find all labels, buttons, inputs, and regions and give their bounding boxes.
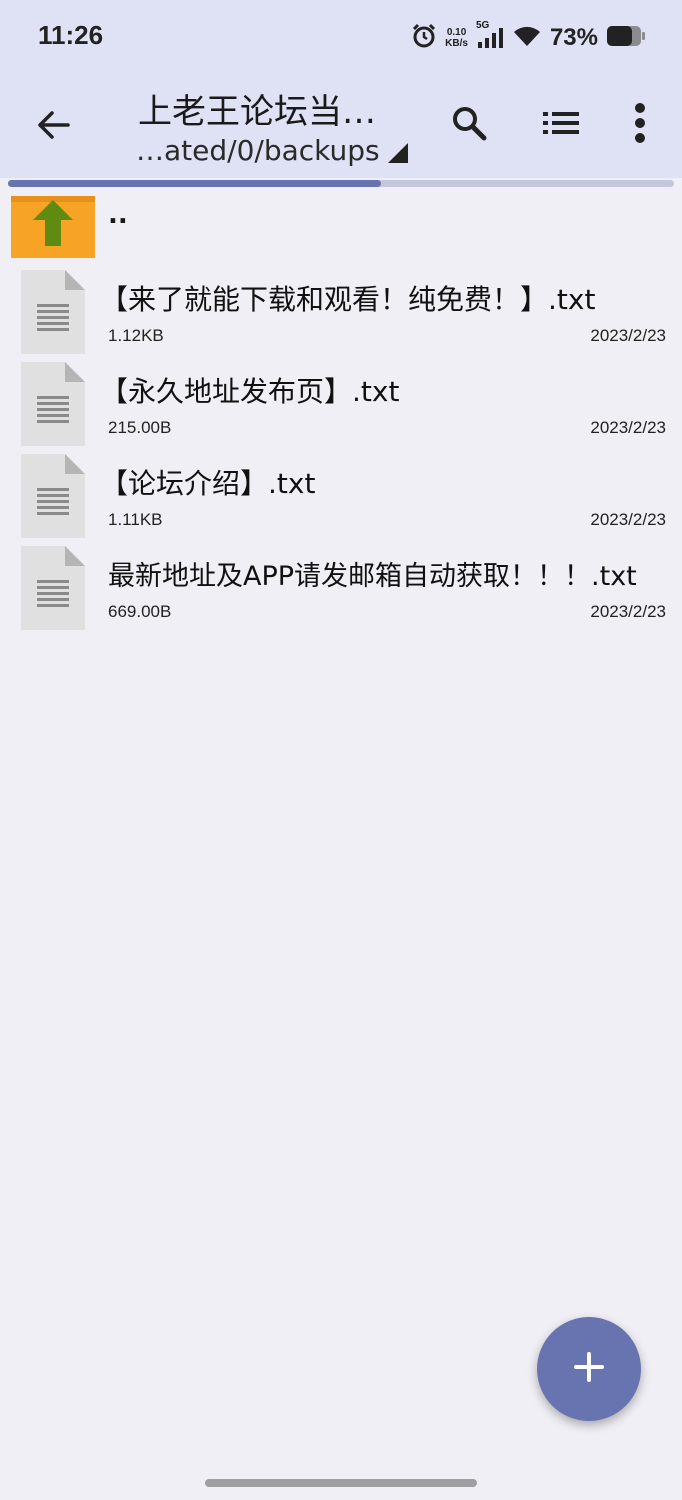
storage-progress-fill bbox=[8, 180, 381, 187]
path-dropdown-icon bbox=[387, 143, 408, 163]
status-time: 11:26 bbox=[38, 20, 104, 50]
text-file-icon bbox=[21, 362, 85, 450]
net-speed: 0.10 KB/s bbox=[445, 27, 468, 49]
back-button[interactable] bbox=[30, 104, 76, 150]
file-size: 1.11KB bbox=[108, 510, 163, 529]
wifi-icon bbox=[512, 24, 542, 52]
file-size: 669.00B bbox=[108, 602, 172, 621]
file-row[interactable]: 【来了就能下载和观看！纯免费！】.txt 1.12KB 2023/2/23 bbox=[0, 266, 682, 358]
home-gesture-bar[interactable] bbox=[205, 1479, 477, 1487]
file-list: .. 【来了就能下载和观看！纯免费！】.txt 1.12KB 2023/2/23 bbox=[0, 196, 682, 634]
file-name: 最新地址及APP请发邮箱自动获取！！！.txt bbox=[108, 561, 637, 592]
parent-folder-row[interactable]: .. bbox=[0, 196, 682, 266]
more-options-button[interactable] bbox=[615, 100, 665, 150]
battery-percent: 73% bbox=[549, 24, 598, 51]
file-date: 2023/2/23 bbox=[590, 326, 666, 345]
network-type: 5G bbox=[475, 20, 490, 31]
app-bar: 上老王论坛当… …ated/0/backups bbox=[0, 76, 682, 178]
text-file-icon bbox=[21, 546, 85, 634]
parent-folder-label: .. bbox=[108, 200, 128, 230]
net-speed-value: 0.10 bbox=[446, 27, 467, 38]
battery-icon bbox=[606, 24, 646, 52]
file-row[interactable]: 【永久地址发布页】.txt 215.00B 2023/2/23 bbox=[0, 358, 682, 450]
file-date: 2023/2/23 bbox=[590, 510, 666, 529]
folder-title: 上老王论坛当… bbox=[138, 92, 376, 132]
back-arrow-icon bbox=[36, 110, 70, 144]
text-file-icon bbox=[21, 454, 85, 542]
add-fab-button[interactable] bbox=[537, 1317, 641, 1421]
file-date: 2023/2/23 bbox=[590, 418, 666, 437]
plus-icon bbox=[573, 1351, 605, 1387]
text-file-icon bbox=[21, 270, 85, 358]
path-label: …ated/0/backups bbox=[136, 134, 380, 167]
file-row[interactable]: 【论坛介绍】.txt 1.11KB 2023/2/23 bbox=[0, 450, 682, 542]
view-mode-button[interactable] bbox=[536, 100, 586, 150]
net-speed-unit: KB/s bbox=[445, 38, 468, 49]
status-icons: 0.10 KB/s 5G 73% bbox=[411, 20, 646, 54]
file-row[interactable]: 最新地址及APP请发邮箱自动获取！！！.txt 669.00B 2023/2/2… bbox=[0, 542, 682, 634]
file-name: 【论坛介绍】.txt bbox=[100, 467, 316, 500]
file-name: 【来了就能下载和观看！纯免费！】.txt bbox=[100, 283, 596, 316]
path-selector[interactable]: …ated/0/backups bbox=[136, 134, 408, 167]
more-vert-icon bbox=[634, 103, 646, 147]
file-name: 【永久地址发布页】.txt bbox=[100, 375, 400, 408]
file-size: 1.12KB bbox=[108, 326, 164, 345]
file-size: 215.00B bbox=[108, 418, 172, 437]
cellular-signal-icon: 5G bbox=[476, 20, 504, 52]
list-view-icon bbox=[543, 110, 579, 140]
storage-progress-bar bbox=[8, 180, 674, 187]
alarm-icon bbox=[411, 23, 437, 53]
search-icon bbox=[451, 105, 487, 145]
folder-up-icon bbox=[11, 196, 95, 262]
search-button[interactable] bbox=[444, 100, 494, 150]
status-bar: 11:26 0.10 KB/s 5G 73% bbox=[0, 0, 682, 76]
file-date: 2023/2/23 bbox=[590, 602, 666, 621]
